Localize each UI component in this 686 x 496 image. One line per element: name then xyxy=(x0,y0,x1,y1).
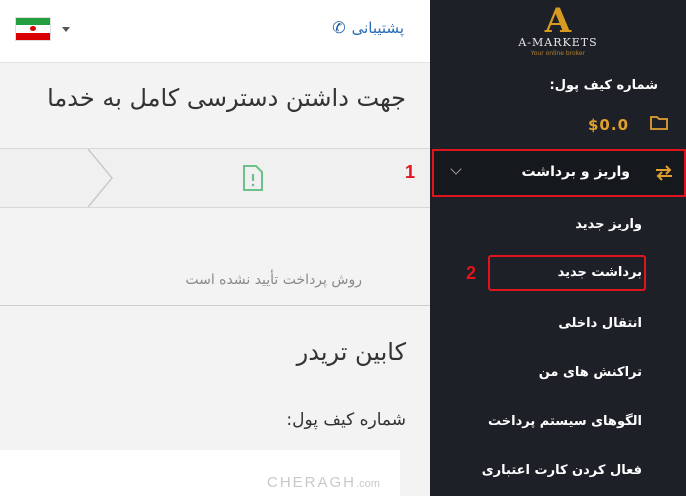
top-bar: پشتیبانی ✆ xyxy=(0,0,430,63)
transfer-arrows-icon xyxy=(656,165,672,181)
sidebar-wallet-label: شماره کیف پول: xyxy=(549,78,658,93)
payment-method-status: روش پرداخت تأیید نشده است xyxy=(185,272,362,288)
amarkets-logo[interactable]: A A-MARKETS Your online broker xyxy=(430,4,686,57)
document-alert-icon xyxy=(243,165,263,191)
annotation-number-1: 1 xyxy=(405,162,416,182)
main-panel: پشتیبانی ✆ جهت داشتن دسترسی کامل به خدما… xyxy=(0,0,430,496)
sidebar: A A-MARKETS Your online broker شماره کیف… xyxy=(430,0,686,496)
sidebar-item-new-withdrawal[interactable]: برداشت جدید xyxy=(558,265,642,280)
watermark: CHERAGH.com xyxy=(267,474,380,491)
step-divider-chevron xyxy=(88,149,113,207)
wallet-balance: $0.0 xyxy=(588,116,630,134)
wallet-number-label: شماره کیف پول: xyxy=(286,410,406,430)
sidebar-item-payment-patterns[interactable]: الگوهای سیستم پرداخت xyxy=(488,414,642,429)
page-headline: جهت داشتن دسترسی کامل به خدما xyxy=(47,84,406,112)
iran-flag-icon[interactable] xyxy=(16,18,50,40)
trader-cabin-title: کابین تریدر xyxy=(296,338,406,366)
section-divider xyxy=(0,305,430,306)
language-dropdown-caret-icon[interactable] xyxy=(62,27,70,32)
sidebar-item-activate-card[interactable]: فعال کردن کارت اعتباری xyxy=(482,463,642,478)
support-link[interactable]: پشتیبانی ✆ xyxy=(332,18,404,37)
phone-icon: ✆ xyxy=(332,18,346,37)
sidebar-item-my-transactions[interactable]: تراکنش های من xyxy=(539,365,642,380)
wallet-icon xyxy=(650,116,668,130)
verification-steps xyxy=(0,148,430,208)
sidebar-item-internal-transfer[interactable]: انتقال داخلی xyxy=(558,316,642,331)
sidebar-item-new-deposit[interactable]: واریز جدید xyxy=(575,217,642,232)
logo-mark-icon: A xyxy=(544,1,572,41)
sidebar-item-label: واریز و برداشت xyxy=(521,164,630,180)
chevron-down-icon xyxy=(450,163,462,175)
sidebar-item-deposit-withdraw[interactable]: واریز و برداشت xyxy=(432,149,686,197)
support-label[interactable]: پشتیبانی xyxy=(352,19,404,37)
annotation-number-2: 2 xyxy=(466,263,477,283)
